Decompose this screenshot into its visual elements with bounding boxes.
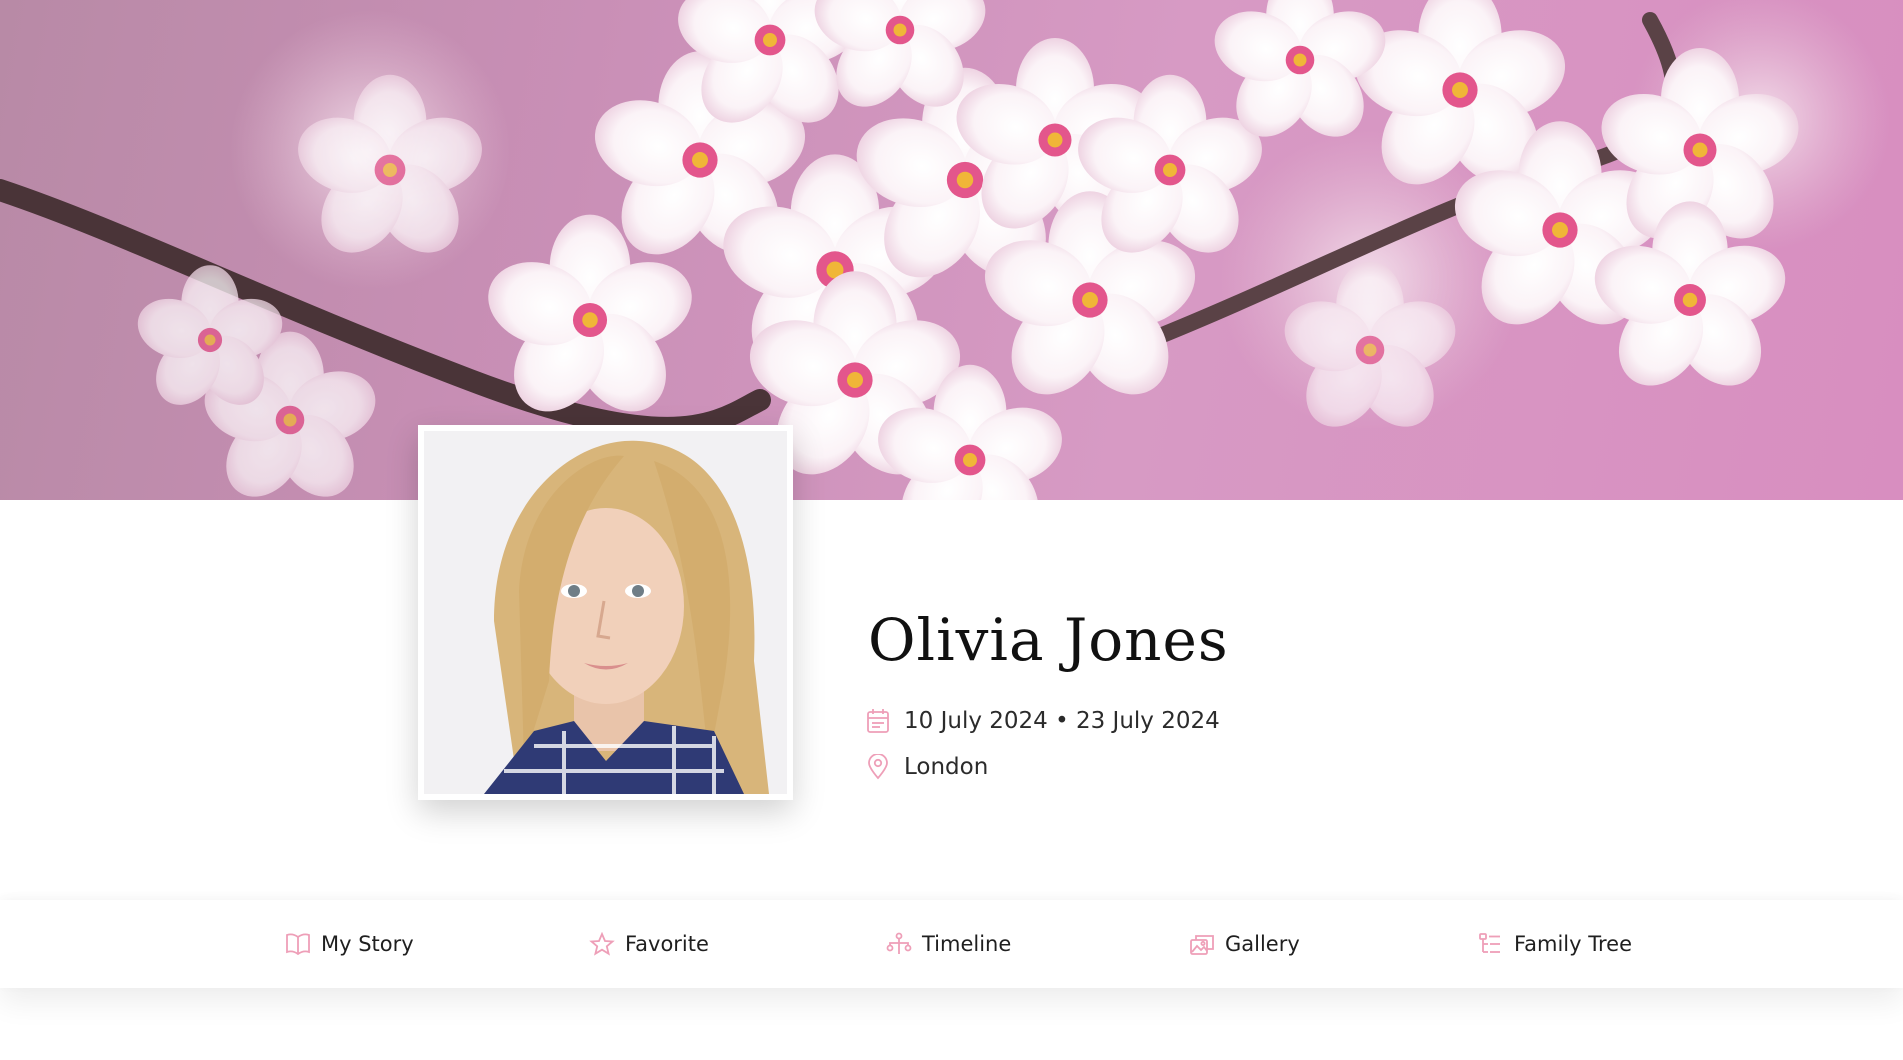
profile-name: Olivia Jones bbox=[868, 606, 1229, 674]
timeline-icon bbox=[886, 932, 912, 956]
profile-location: London bbox=[866, 753, 989, 780]
person-illustration bbox=[424, 431, 787, 794]
nav-timeline[interactable]: Timeline bbox=[886, 900, 1011, 988]
nav-my-story[interactable]: My Story bbox=[285, 900, 414, 988]
cherry-blossom-illustration bbox=[0, 0, 1890, 500]
profile-nav: My Story Favorite Timeline Gallery Famil… bbox=[0, 900, 1903, 988]
book-icon bbox=[285, 932, 311, 956]
nav-label: Gallery bbox=[1225, 932, 1300, 956]
star-icon bbox=[589, 931, 615, 956]
location-text: London bbox=[904, 754, 989, 780]
location-pin-icon bbox=[866, 753, 890, 780]
gallery-icon bbox=[1189, 932, 1215, 956]
nav-label: Favorite bbox=[625, 932, 709, 956]
cover-image bbox=[0, 0, 1903, 500]
dates-text: 10 July 2024 • 23 July 2024 bbox=[904, 708, 1220, 734]
nav-label: Timeline bbox=[922, 932, 1012, 956]
nav-gallery[interactable]: Gallery bbox=[1189, 900, 1300, 988]
calendar-icon bbox=[866, 708, 890, 734]
nav-family-tree[interactable]: Family Tree bbox=[1478, 900, 1632, 988]
nav-favorite[interactable]: Favorite bbox=[589, 900, 709, 988]
profile-photo bbox=[418, 425, 793, 800]
nav-label: My Story bbox=[321, 932, 414, 956]
family-tree-icon bbox=[1478, 932, 1504, 956]
nav-label: Family Tree bbox=[1514, 932, 1633, 956]
profile-dates: 10 July 2024 • 23 July 2024 bbox=[866, 708, 1220, 734]
portrait-image bbox=[424, 431, 787, 794]
